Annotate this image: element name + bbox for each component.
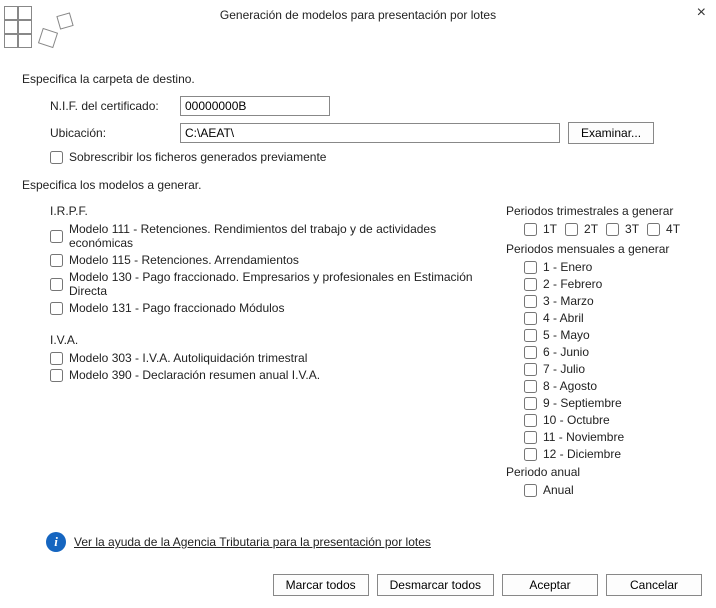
month-7-label: 7 - Julio	[543, 362, 585, 376]
month-3-label: 3 - Marzo	[543, 294, 594, 308]
annual-label: Anual	[543, 483, 574, 497]
month-title: Periodos mensuales a generar	[506, 242, 694, 256]
quarter-3t-checkbox[interactable]	[606, 223, 619, 236]
month-11-checkbox[interactable]	[524, 431, 537, 444]
desmarcar-todos-button[interactable]: Desmarcar todos	[377, 574, 494, 596]
aceptar-button[interactable]: Aceptar	[502, 574, 598, 596]
month-6-label: 6 - Junio	[543, 345, 589, 359]
gen-section-label: Especifica los modelos a generar.	[22, 178, 694, 192]
quarter-2t-label: 2T	[584, 222, 598, 236]
modelo-130-checkbox[interactable]	[50, 278, 63, 291]
iva-title: I.V.A.	[50, 333, 496, 347]
month-4-checkbox[interactable]	[524, 312, 537, 325]
nif-input[interactable]	[180, 96, 330, 116]
month-6-checkbox[interactable]	[524, 346, 537, 359]
ubicacion-label: Ubicación:	[50, 126, 180, 140]
modelo-111-checkbox[interactable]	[50, 230, 63, 243]
modelo-303-label: Modelo 303 - I.V.A. Autoliquidación trim…	[69, 351, 307, 365]
quarter-2t-checkbox[interactable]	[565, 223, 578, 236]
marcar-todos-button[interactable]: Marcar todos	[273, 574, 369, 596]
month-1-label: 1 - Enero	[543, 260, 592, 274]
month-2-checkbox[interactable]	[524, 278, 537, 291]
month-5-checkbox[interactable]	[524, 329, 537, 342]
quarter-title: Periodos trimestrales a generar	[506, 204, 694, 218]
month-8-label: 8 - Agosto	[543, 379, 597, 393]
quarter-4t-checkbox[interactable]	[647, 223, 660, 236]
month-10-label: 10 - Octubre	[543, 413, 610, 427]
close-icon[interactable]: ×	[697, 4, 706, 22]
modelo-130-label: Modelo 130 - Pago fraccionado. Empresari…	[69, 270, 496, 298]
cancelar-button[interactable]: Cancelar	[606, 574, 702, 596]
modelo-303-checkbox[interactable]	[50, 352, 63, 365]
modelo-131-checkbox[interactable]	[50, 302, 63, 315]
sobrescribir-label: Sobrescribir los ficheros generados prev…	[69, 150, 326, 164]
modelo-390-label: Modelo 390 - Declaración resumen anual I…	[69, 368, 320, 382]
dest-section-label: Especifica la carpeta de destino.	[22, 72, 694, 86]
nif-label: N.I.F. del certificado:	[50, 99, 180, 113]
month-11-label: 11 - Noviembre	[543, 430, 624, 444]
quarter-1t-checkbox[interactable]	[524, 223, 537, 236]
month-12-label: 12 - Diciembre	[543, 447, 621, 461]
modelo-111-label: Modelo 111 - Retenciones. Rendimientos d…	[69, 222, 496, 250]
month-2-label: 2 - Febrero	[543, 277, 602, 291]
month-5-label: 5 - Mayo	[543, 328, 590, 342]
month-12-checkbox[interactable]	[524, 448, 537, 461]
irpf-title: I.R.P.F.	[50, 204, 496, 218]
annual-title: Periodo anual	[506, 465, 694, 479]
ubicacion-input[interactable]	[180, 123, 560, 143]
modelo-115-checkbox[interactable]	[50, 254, 63, 267]
month-7-checkbox[interactable]	[524, 363, 537, 376]
month-9-label: 9 - Septiembre	[543, 396, 622, 410]
sobrescribir-checkbox[interactable]	[50, 151, 63, 164]
quarter-1t-label: 1T	[543, 222, 557, 236]
modelo-115-label: Modelo 115 - Retenciones. Arrendamientos	[69, 253, 299, 267]
month-8-checkbox[interactable]	[524, 380, 537, 393]
info-icon: i	[46, 532, 66, 552]
examinar-button[interactable]: Examinar...	[568, 122, 654, 144]
quarter-3t-label: 3T	[625, 222, 639, 236]
dialog-title: Generación de modelos para presentación …	[220, 8, 496, 22]
help-link[interactable]: Ver la ayuda de la Agencia Tributaria pa…	[74, 535, 431, 549]
month-4-label: 4 - Abril	[543, 311, 584, 325]
month-9-checkbox[interactable]	[524, 397, 537, 410]
annual-checkbox[interactable]	[524, 484, 537, 497]
modelo-131-label: Modelo 131 - Pago fraccionado Módulos	[69, 301, 284, 315]
month-1-checkbox[interactable]	[524, 261, 537, 274]
month-10-checkbox[interactable]	[524, 414, 537, 427]
modelo-390-checkbox[interactable]	[50, 369, 63, 382]
month-3-checkbox[interactable]	[524, 295, 537, 308]
quarter-4t-label: 4T	[666, 222, 680, 236]
